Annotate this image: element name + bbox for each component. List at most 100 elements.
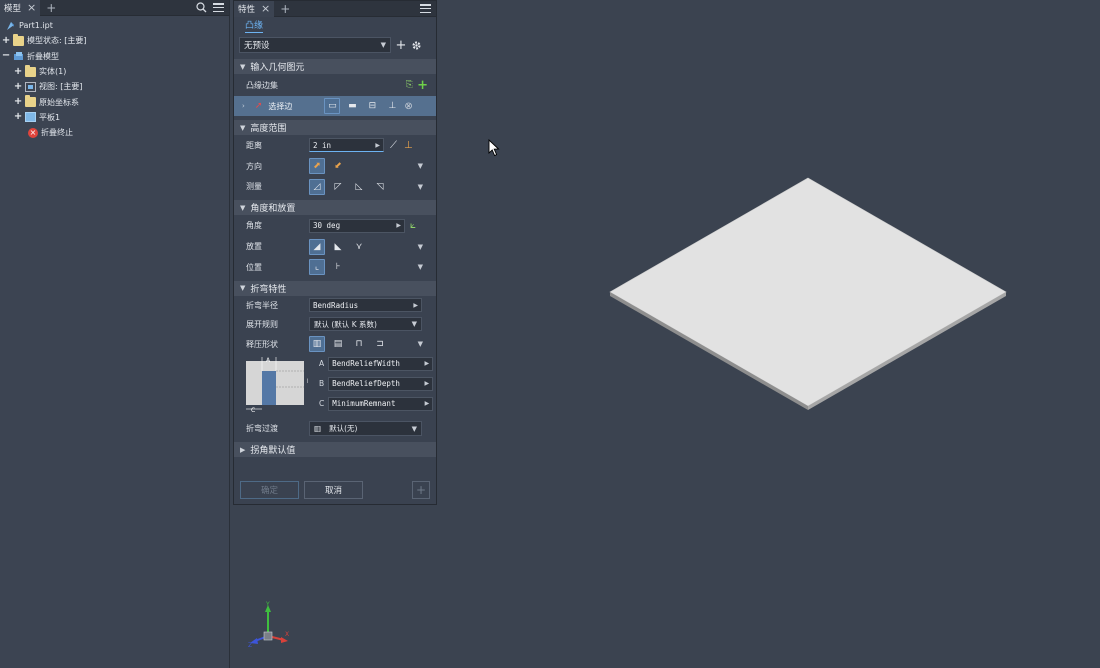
add-tab-icon[interactable]: + xyxy=(280,3,290,15)
chevron-right-icon[interactable]: ▶ xyxy=(425,380,430,387)
close-icon[interactable]: × xyxy=(261,3,270,14)
tree-node[interactable]: Part1.ipt xyxy=(0,18,229,33)
chevron-down-icon[interactable]: ▼ xyxy=(418,263,423,271)
tree-node[interactable]: + 模型状态: [主要] xyxy=(0,33,229,48)
close-icon[interactable]: × xyxy=(27,2,36,13)
chevron-right-icon[interactable]: ▶ xyxy=(425,400,430,407)
add-tab-icon[interactable]: + xyxy=(46,2,56,14)
edge-mode-3-icon[interactable]: ⊟ xyxy=(364,98,380,114)
section-angle-placement[interactable]: ▼ 角度和放置 xyxy=(234,200,436,216)
measure-row: 测量 ◿ ◸ ◺ ◹ ▼ xyxy=(239,177,431,198)
relief-c-value: MinimumRemnant xyxy=(332,399,396,409)
angle-input[interactable]: 30 deg ▶ xyxy=(309,218,405,233)
expand-icon[interactable]: + xyxy=(14,112,22,122)
chevron-right-icon[interactable]: ▶ xyxy=(413,302,418,309)
tree-node-label: 原始坐标系 xyxy=(39,97,79,107)
tree-node[interactable]: × 折叠终止 xyxy=(0,125,229,140)
bend-radius-input[interactable]: BendRadius ▶ xyxy=(309,298,422,313)
expand-icon[interactable]: + xyxy=(14,66,22,76)
ok-button[interactable]: 确定 xyxy=(240,481,299,499)
section-bend-properties-label: 折弯特性 xyxy=(250,284,287,295)
bend-radius-label: 折弯半径 xyxy=(246,300,278,310)
chevron-right-icon[interactable]: ▶ xyxy=(396,222,401,229)
expand-icon[interactable]: + xyxy=(14,81,22,91)
section-corner-defaults[interactable]: ▶ 拐角默认值 xyxy=(234,442,436,458)
gear-icon[interactable] xyxy=(411,40,422,51)
chevron-down-icon[interactable]: ▼ xyxy=(418,162,423,170)
tree-node-label: 模型状态: [主要] xyxy=(27,36,87,46)
select-edge-row[interactable]: › ➚ 选择边 ▭ ▬ ⊟ ⊥ ⊗ xyxy=(234,96,436,116)
menu-icon[interactable] xyxy=(420,4,431,13)
relief-shape-4-icon[interactable]: ⊐ xyxy=(372,336,388,352)
expand-icon[interactable]: + xyxy=(14,97,22,107)
expand-triangle-icon: ▶ xyxy=(240,445,246,454)
search-icon[interactable] xyxy=(196,2,207,13)
tree-node[interactable]: + 平板1 xyxy=(0,110,229,125)
sheetmetal-model-icon xyxy=(13,51,27,61)
chevron-right-icon[interactable]: ▶ xyxy=(375,142,380,149)
direction-1-icon[interactable]: ⬈ xyxy=(309,158,325,175)
chevron-down-icon[interactable]: ▼ xyxy=(418,243,423,251)
position-1-icon[interactable]: ⌞ xyxy=(309,259,325,276)
measure-2-icon[interactable]: ◸ xyxy=(330,179,346,195)
section-bend-properties[interactable]: ▼ 折弯特性 xyxy=(234,280,436,296)
measure-1-icon[interactable]: ◿ xyxy=(309,178,325,195)
extent-icon[interactable]: ⊥ xyxy=(404,140,413,151)
section-height-extent[interactable]: ▼ 高度范围 xyxy=(234,120,436,135)
distance-label: 距离 xyxy=(246,140,262,150)
measure-tool-icon[interactable]: ⟋ xyxy=(390,140,397,151)
plate-top-face[interactable] xyxy=(609,177,1007,407)
position-2-icon[interactable]: ⊦ xyxy=(330,259,346,275)
edge-mode-1-icon[interactable]: ▭ xyxy=(324,98,341,114)
edge-select-mode-icon[interactable]: ⎘ xyxy=(406,80,413,90)
place-2-icon[interactable]: ◣ xyxy=(330,239,346,255)
face-plate-model[interactable] xyxy=(600,170,1010,415)
tab-properties[interactable]: 特性 × xyxy=(234,0,275,17)
feature-title: 凸缘 xyxy=(239,17,431,33)
cancel-button[interactable]: 取消 xyxy=(304,481,363,499)
collapse-icon[interactable]: − xyxy=(2,51,10,61)
relief-c-input[interactable]: MinimumRemnant ▶ xyxy=(328,396,434,411)
bend-transition-dropdown[interactable]: ▥ 默认(无) ▼ xyxy=(309,421,422,437)
browser-tabbar: 模型 × + xyxy=(0,0,229,16)
tab-model[interactable]: 模型 × xyxy=(0,0,41,16)
tree-node[interactable]: + 原始坐标系 xyxy=(0,94,229,109)
unfold-rule-dropdown[interactable]: 默认 (默认 K 系数) ▼ xyxy=(309,317,422,332)
place-label: 放置 xyxy=(246,242,262,252)
edge-mode-4-icon[interactable]: ⊥ xyxy=(384,98,400,114)
menu-icon[interactable] xyxy=(213,3,224,12)
relief-a-input[interactable]: BendReliefWidth ▶ xyxy=(328,356,434,371)
angle-tool-icon[interactable]: ⟀ xyxy=(410,220,416,231)
folder-icon xyxy=(13,33,27,46)
tree-node[interactable]: + 视图: [主要] xyxy=(0,79,229,94)
add-edge-icon[interactable]: + xyxy=(417,78,428,93)
relief-b-input[interactable]: BendReliefDepth ▶ xyxy=(328,376,434,391)
chevron-down-icon[interactable]: ▼ xyxy=(418,340,423,348)
relief-shape-2-icon[interactable]: ▤ xyxy=(330,336,346,352)
preset-dropdown[interactable]: 无预设 ▼ xyxy=(239,37,391,53)
feature-name: 凸缘 xyxy=(245,18,264,33)
relief-shape-3-icon[interactable]: ⊓ xyxy=(351,336,367,352)
expand-icon[interactable]: + xyxy=(2,35,10,45)
measure-3-icon[interactable]: ◺ xyxy=(351,179,367,195)
place-3-icon[interactable]: ⋎ xyxy=(351,239,367,255)
apply-plus-button[interactable]: + xyxy=(412,481,430,499)
chevron-down-icon[interactable]: ▼ xyxy=(418,183,423,191)
relief-a-label: A xyxy=(319,359,325,369)
tree-node[interactable]: − 折叠模型 xyxy=(0,49,229,64)
tree-node[interactable]: + 实体(1) xyxy=(0,64,229,79)
add-preset-icon[interactable]: + xyxy=(395,39,407,52)
collapse-triangle-icon: ▼ xyxy=(240,62,246,71)
chevron-right-icon[interactable]: ▶ xyxy=(425,360,430,367)
section-input-geometry-label: 输入几何图元 xyxy=(250,63,305,73)
angle-value: 30 deg xyxy=(313,221,341,231)
part-file-icon xyxy=(5,21,19,31)
distance-input[interactable]: 2 in ▶ xyxy=(309,138,384,153)
direction-2-icon[interactable]: ⬋ xyxy=(330,158,346,174)
remove-icon[interactable]: ⊗ xyxy=(404,101,412,112)
relief-shape-1-icon[interactable]: ▥ xyxy=(309,336,325,353)
measure-4-icon[interactable]: ◹ xyxy=(372,179,388,195)
place-1-icon[interactable]: ◢ xyxy=(309,238,325,255)
edge-mode-2-icon[interactable]: ▬ xyxy=(344,98,360,114)
section-input-geometry[interactable]: ▼ 输入几何图元 xyxy=(234,59,436,74)
